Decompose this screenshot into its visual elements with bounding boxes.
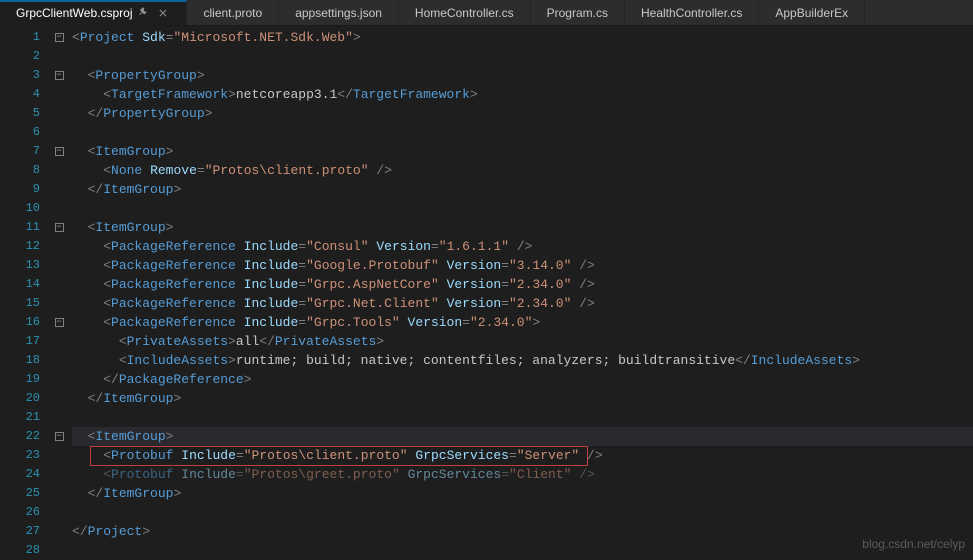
fold-icon[interactable]: −	[50, 66, 68, 85]
tab-appsettings[interactable]: appsettings.json	[279, 0, 399, 25]
tab-bar: GrpcClientWeb.csproj client.proto appset…	[0, 0, 973, 26]
tab-program[interactable]: Program.cs	[531, 0, 625, 25]
tab-grpcclientweb[interactable]: GrpcClientWeb.csproj	[0, 0, 187, 25]
tab-label: AppBuilderEx	[775, 6, 848, 20]
line-gutter: 1234567891011121314151617181920212223242…	[0, 26, 50, 557]
code-editor[interactable]: 1234567891011121314151617181920212223242…	[0, 26, 973, 557]
tab-label: GrpcClientWeb.csproj	[16, 6, 132, 20]
tab-label: appsettings.json	[295, 6, 382, 20]
tab-appbuilderex[interactable]: AppBuilderEx	[759, 0, 865, 25]
fold-column: − − − − − −	[50, 26, 68, 557]
tab-homecontroller[interactable]: HomeController.cs	[399, 0, 531, 25]
fold-icon[interactable]: −	[50, 218, 68, 237]
watermark: blog.csdn.net/celyp	[862, 537, 965, 551]
tab-healthcontroller[interactable]: HealthController.cs	[625, 0, 759, 25]
close-icon[interactable]	[156, 6, 170, 20]
fold-icon[interactable]: −	[50, 142, 68, 161]
tab-label: client.proto	[203, 6, 262, 20]
tab-client-proto[interactable]: client.proto	[187, 0, 279, 25]
fold-icon[interactable]: −	[50, 427, 68, 446]
tab-label: HomeController.cs	[415, 6, 514, 20]
fold-icon[interactable]: −	[50, 28, 68, 47]
tab-label: HealthController.cs	[641, 6, 742, 20]
fold-icon[interactable]: −	[50, 313, 68, 332]
tab-label: Program.cs	[547, 6, 608, 20]
code-area[interactable]: <Project Sdk="Microsoft.NET.Sdk.Web"> <P…	[68, 26, 973, 557]
pin-icon[interactable]	[138, 7, 150, 19]
